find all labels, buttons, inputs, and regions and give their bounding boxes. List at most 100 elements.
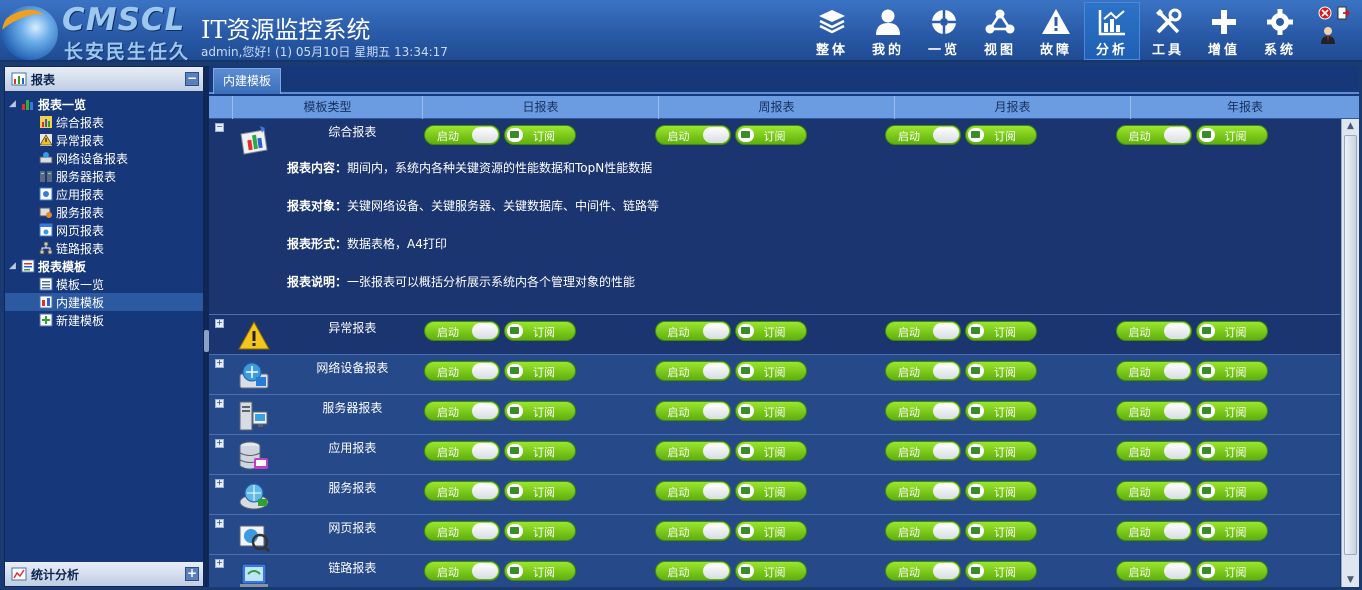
expand-toggle-icon[interactable]: + — [215, 519, 224, 528]
monthly-start-toggle[interactable]: 启动 — [885, 125, 961, 145]
daily-subscribe-button[interactable]: 订阅 — [504, 521, 576, 541]
yearly-subscribe-button[interactable]: 订阅 — [1195, 561, 1268, 581]
monthly-start-toggle[interactable]: 启动 — [885, 401, 961, 421]
yearly-start-toggle[interactable]: 启动 — [1115, 401, 1192, 421]
expand-toggle-icon[interactable]: + — [215, 559, 224, 568]
weekly-subscribe-button[interactable]: 订阅 — [734, 401, 807, 421]
tree-node-server-report[interactable]: 服务器报表 — [5, 167, 203, 185]
nav-item-view[interactable]: 视图 — [972, 2, 1028, 60]
nav-item-tools[interactable]: 工具 — [1140, 2, 1196, 60]
monthly-subscribe-button[interactable]: 订阅 — [965, 521, 1037, 541]
yearly-subscribe-button[interactable]: 订阅 — [1195, 441, 1268, 461]
nav-item-mine[interactable]: 我的 — [860, 2, 916, 60]
weekly-start-toggle[interactable]: 启动 — [654, 401, 731, 421]
weekly-start-toggle[interactable]: 启动 — [654, 321, 731, 341]
tree-node-exception-report[interactable]: 异常报表 — [5, 131, 203, 149]
nav-item-fault[interactable]: 故障 — [1028, 2, 1084, 60]
nav-item-value-added[interactable]: 增值 — [1196, 2, 1252, 60]
monthly-start-toggle[interactable]: 启动 — [885, 321, 961, 341]
monthly-subscribe-button[interactable]: 订阅 — [965, 441, 1037, 461]
tree-node-webpage-report[interactable]: 网页报表 — [5, 221, 203, 239]
weekly-subscribe-button[interactable]: 订阅 — [734, 361, 807, 381]
expand-arrow-icon[interactable]: ◢ — [9, 99, 21, 109]
daily-subscribe-button[interactable]: 订阅 — [504, 441, 576, 461]
tree-node-network-device-report[interactable]: 网络设备报表 — [5, 149, 203, 167]
yearly-start-toggle[interactable]: 启动 — [1115, 561, 1192, 581]
tree-node-new-template[interactable]: 新建模板 — [5, 311, 203, 329]
monthly-subscribe-button[interactable]: 订阅 — [965, 401, 1037, 421]
expand-toggle-icon[interactable]: − — [215, 123, 224, 132]
weekly-start-toggle[interactable]: 启动 — [654, 481, 731, 501]
yearly-start-toggle[interactable]: 启动 — [1115, 361, 1192, 381]
yearly-start-toggle[interactable]: 启动 — [1115, 441, 1192, 461]
expand-toggle-icon[interactable]: + — [215, 399, 224, 408]
statistics-panel-header[interactable]: 统计分析 + — [5, 562, 203, 586]
collapse-button[interactable]: − — [185, 72, 199, 86]
yearly-subscribe-button[interactable]: 订阅 — [1195, 321, 1268, 341]
vertical-scrollbar[interactable]: ▲ ▼ — [1341, 119, 1359, 587]
tree-node-application-report[interactable]: 应用报表 — [5, 185, 203, 203]
tree-node-builtin-template[interactable]: 内建模板 — [5, 293, 203, 311]
weekly-subscribe-button[interactable]: 订阅 — [734, 441, 807, 461]
yearly-subscribe-button[interactable]: 订阅 — [1195, 521, 1268, 541]
tree-node-template-overview[interactable]: 模板一览 — [5, 275, 203, 293]
weekly-subscribe-button[interactable]: 订阅 — [734, 561, 807, 581]
monthly-start-toggle[interactable]: 启动 — [885, 441, 961, 461]
weekly-start-toggle[interactable]: 启动 — [654, 561, 731, 581]
monthly-subscribe-button[interactable]: 订阅 — [965, 481, 1037, 501]
expand-toggle-icon[interactable]: + — [215, 359, 224, 368]
scroll-thumb[interactable] — [1344, 135, 1357, 555]
yearly-start-toggle[interactable]: 启动 — [1115, 125, 1192, 145]
daily-subscribe-button[interactable]: 订阅 — [504, 125, 576, 145]
weekly-subscribe-button[interactable]: 订阅 — [734, 321, 807, 341]
monthly-subscribe-button[interactable]: 订阅 — [965, 361, 1037, 381]
scroll-up-icon[interactable]: ▲ — [1344, 119, 1357, 133]
logout-icon[interactable] — [1336, 6, 1350, 20]
daily-subscribe-button[interactable]: 订阅 — [504, 321, 576, 341]
yearly-subscribe-button[interactable]: 订阅 — [1195, 125, 1268, 145]
weekly-subscribe-button[interactable]: 订阅 — [734, 481, 807, 501]
tab-builtin-template[interactable]: 内建模板 — [213, 68, 281, 94]
close-icon[interactable] — [1318, 6, 1332, 20]
daily-start-toggle[interactable]: 启动 — [424, 481, 500, 501]
daily-start-toggle[interactable]: 启动 — [424, 321, 500, 341]
yearly-subscribe-button[interactable]: 订阅 — [1195, 361, 1268, 381]
weekly-subscribe-button[interactable]: 订阅 — [734, 125, 807, 145]
yearly-start-toggle[interactable]: 启动 — [1115, 321, 1192, 341]
monthly-start-toggle[interactable]: 启动 — [885, 481, 961, 501]
expand-button[interactable]: + — [185, 567, 199, 581]
daily-subscribe-button[interactable]: 订阅 — [504, 401, 576, 421]
tree-node-report-overview[interactable]: ◢ 报表一览 — [5, 95, 203, 113]
nav-item-analysis[interactable]: 分析 — [1084, 2, 1140, 60]
nav-item-overview[interactable]: 一览 — [916, 2, 972, 60]
sidebar-panel-header[interactable]: 报表 − — [5, 67, 203, 91]
expand-toggle-icon[interactable]: + — [215, 439, 224, 448]
weekly-start-toggle[interactable]: 启动 — [654, 521, 731, 541]
daily-start-toggle[interactable]: 启动 — [424, 561, 500, 581]
monthly-start-toggle[interactable]: 启动 — [885, 561, 961, 581]
tree-node-service-report[interactable]: 服务报表 — [5, 203, 203, 221]
monthly-start-toggle[interactable]: 启动 — [885, 521, 961, 541]
weekly-start-toggle[interactable]: 启动 — [654, 361, 731, 381]
expand-toggle-icon[interactable]: + — [215, 319, 224, 328]
monthly-subscribe-button[interactable]: 订阅 — [965, 321, 1037, 341]
yearly-subscribe-button[interactable]: 订阅 — [1195, 401, 1268, 421]
monthly-subscribe-button[interactable]: 订阅 — [965, 125, 1037, 145]
yearly-start-toggle[interactable]: 启动 — [1115, 481, 1192, 501]
weekly-subscribe-button[interactable]: 订阅 — [734, 521, 807, 541]
tree-node-link-report[interactable]: 链路报表 — [5, 239, 203, 257]
daily-start-toggle[interactable]: 启动 — [424, 401, 500, 421]
weekly-start-toggle[interactable]: 启动 — [654, 441, 731, 461]
tree-node-report-template[interactable]: ◢ 报表模板 — [5, 257, 203, 275]
daily-start-toggle[interactable]: 启动 — [424, 521, 500, 541]
daily-subscribe-button[interactable]: 订阅 — [504, 561, 576, 581]
monthly-subscribe-button[interactable]: 订阅 — [965, 561, 1037, 581]
tree-node-comprehensive-report[interactable]: 综合报表 — [5, 113, 203, 131]
daily-start-toggle[interactable]: 启动 — [424, 125, 500, 145]
scroll-down-icon[interactable]: ▼ — [1344, 573, 1357, 587]
daily-start-toggle[interactable]: 启动 — [424, 361, 500, 381]
daily-start-toggle[interactable]: 启动 — [424, 441, 500, 461]
weekly-start-toggle[interactable]: 启动 — [654, 125, 731, 145]
daily-subscribe-button[interactable]: 订阅 — [504, 481, 576, 501]
yearly-subscribe-button[interactable]: 订阅 — [1195, 481, 1268, 501]
